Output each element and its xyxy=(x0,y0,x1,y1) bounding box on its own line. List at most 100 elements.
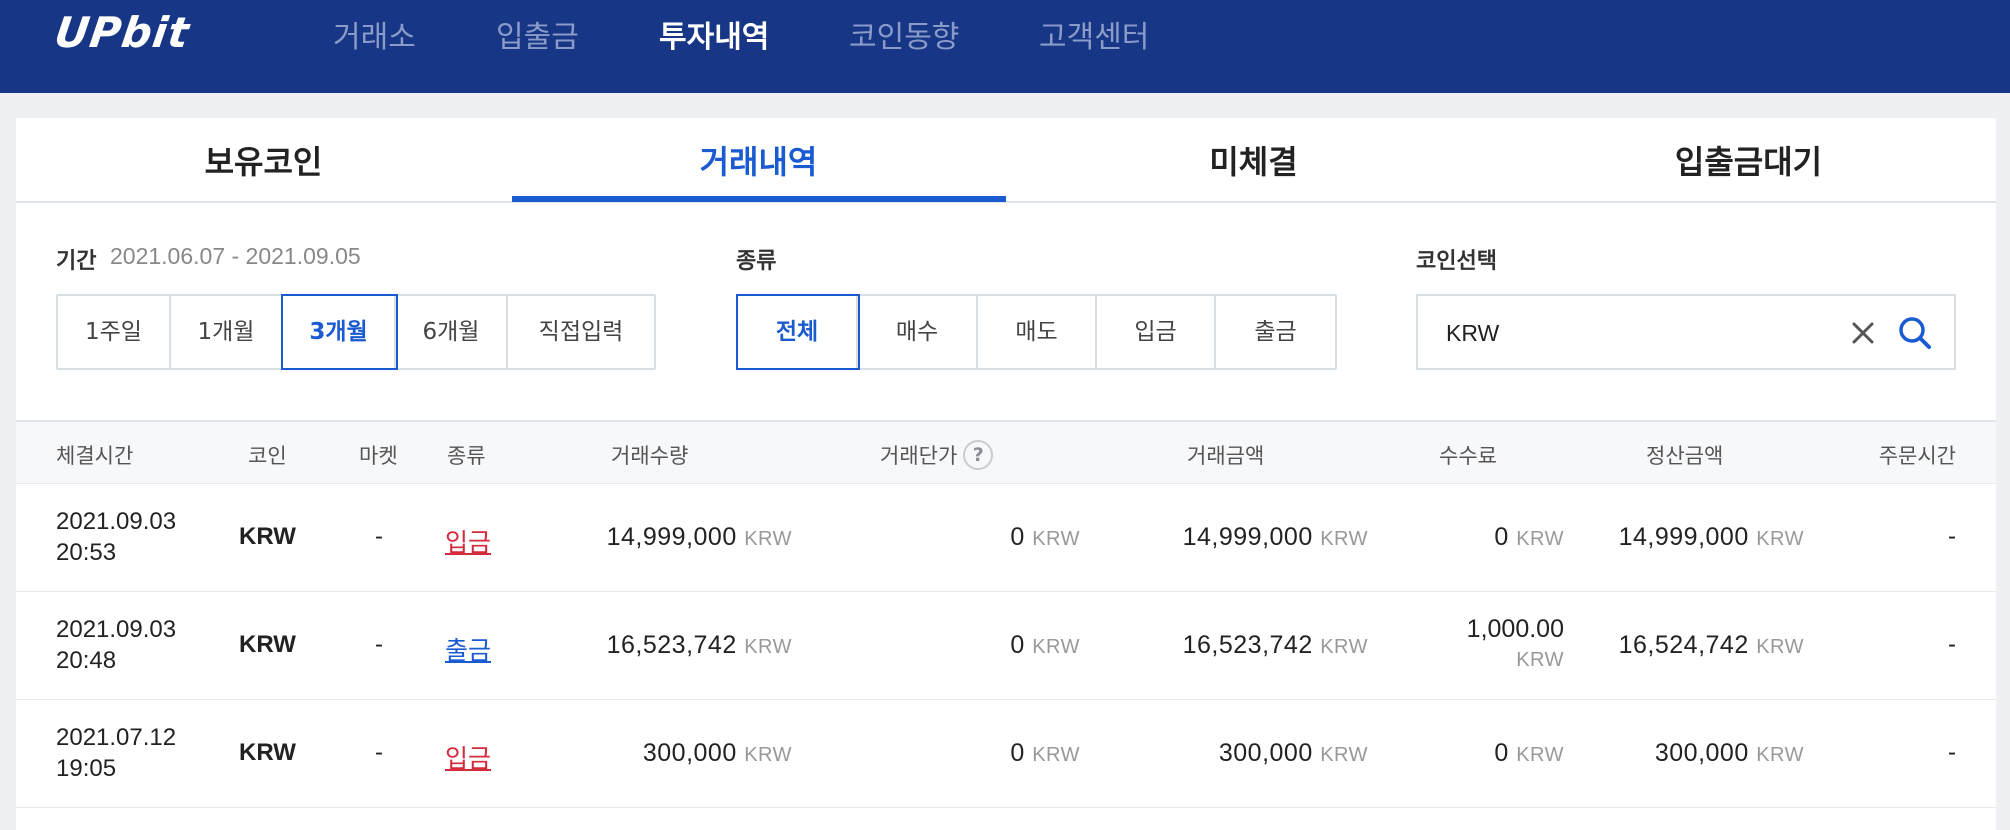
fee-unit: KRW xyxy=(1516,649,1564,671)
col-fee: 수수료 xyxy=(1439,444,1497,468)
trade-coin: KRW xyxy=(239,523,296,550)
trade-price: 0 KRW xyxy=(1010,523,1080,552)
col-settlement: 정산금액 xyxy=(1646,444,1724,468)
period-label: 기간 xyxy=(56,249,97,274)
trade-amount: 300,000 KRW xyxy=(1219,739,1368,768)
trade-coin: KRW xyxy=(239,739,296,766)
upbit-logo[interactable]: UPbit xyxy=(52,8,193,57)
tab-open-orders[interactable]: 미체결 xyxy=(1006,118,1501,203)
tab-holdings[interactable]: 보유코인 xyxy=(16,118,511,203)
trade-quantity: 14,999,000 KRW xyxy=(607,523,792,552)
col-amount: 거래금액 xyxy=(1187,444,1265,468)
price-unit: KRW xyxy=(1032,744,1080,766)
trade-market: - xyxy=(375,739,383,766)
tab-pending-transfers[interactable]: 입출금대기 xyxy=(1501,118,1996,203)
trade-date: 2021.09.03 xyxy=(56,508,177,535)
type-filter-label: 종류 xyxy=(736,249,777,274)
type-withdraw-button[interactable]: 출금 xyxy=(1216,296,1335,368)
order-time: - xyxy=(1948,631,1956,658)
investment-history-panel: 보유코인 거래내역 미체결 입출금대기 기간 2021.06.07 - 2021… xyxy=(16,118,1996,830)
settlement-unit: KRW xyxy=(1756,528,1804,550)
trade-type-link[interactable]: 출금 xyxy=(445,631,491,667)
settlement-value: 300,000 xyxy=(1654,739,1749,767)
nav-item-coin-trends[interactable]: 코인동향 xyxy=(849,12,959,56)
type-selector: 전체 매수 매도 입금 출금 xyxy=(736,294,1337,370)
type-all-button[interactable]: 전체 xyxy=(738,296,858,368)
trade-datetime: 2021.07.12 19:05 xyxy=(56,722,176,784)
period-selector: 1주일 1개월 3개월 6개월 직접입력 xyxy=(56,294,656,370)
settlement-value: 14,999,000 xyxy=(1618,523,1749,551)
amount-value: 14,999,000 xyxy=(1182,523,1313,551)
col-coin: 코인 xyxy=(248,444,287,468)
price-unit: KRW xyxy=(1032,528,1080,550)
table-row: 2021.07.12 19:05 KRW - 입금 300,000 KRW 0 … xyxy=(16,700,1996,808)
settlement-unit: KRW xyxy=(1756,636,1804,658)
type-deposit-button[interactable]: 입금 xyxy=(1097,296,1216,368)
type-buy-button[interactable]: 매수 xyxy=(858,296,978,368)
trade-price: 0 KRW xyxy=(1010,631,1080,660)
fee-value: 0 xyxy=(1494,739,1509,767)
trade-amount: 14,999,000 KRW xyxy=(1183,523,1368,552)
col-time: 체결시간 xyxy=(56,444,134,468)
trade-time: 20:53 xyxy=(56,539,117,566)
trade-settlement: 14,999,000 KRW xyxy=(1619,523,1804,552)
table-row: 2021.09.03 20:53 KRW - 입금 14,999,000 KRW… xyxy=(16,484,1996,592)
trade-type-link[interactable]: 입금 xyxy=(445,523,491,559)
col-quantity: 거래수량 xyxy=(611,444,689,468)
period-1-week-button[interactable]: 1주일 xyxy=(58,296,171,368)
nav-item-investments[interactable]: 투자내역 xyxy=(659,12,769,56)
nav-item-customer-center[interactable]: 고객센터 xyxy=(1039,12,1149,56)
tab-trade-history[interactable]: 거래내역 xyxy=(511,118,1006,203)
trade-fee: 0 KRW xyxy=(1494,523,1564,552)
col-type: 종류 xyxy=(447,444,486,468)
period-3-month-button[interactable]: 3개월 xyxy=(283,296,396,368)
trade-price: 0 KRW xyxy=(1010,739,1080,768)
quantity-unit: KRW xyxy=(744,744,792,766)
coin-select-field xyxy=(1416,294,1956,370)
trade-quantity: 16,523,742 KRW xyxy=(607,631,792,660)
col-price-label: 거래단가 xyxy=(880,444,958,468)
trade-date: 2021.09.03 xyxy=(56,616,177,643)
trade-amount: 16,523,742 KRW xyxy=(1183,631,1368,660)
table-row: 2021.09.03 20:48 KRW - 출금 16,523,742 KRW… xyxy=(16,592,1996,700)
trade-datetime: 2021.09.03 20:53 xyxy=(56,506,176,568)
trade-market: - xyxy=(375,523,383,550)
fee-value: 0 xyxy=(1494,523,1509,551)
trade-quantity: 300,000 KRW xyxy=(643,739,792,768)
coin-search-input[interactable] xyxy=(1446,316,1826,350)
trade-date: 2021.07.12 xyxy=(56,724,177,751)
trade-settlement: 300,000 KRW xyxy=(1655,739,1804,768)
order-time: - xyxy=(1948,739,1956,766)
trade-datetime: 2021.09.03 20:48 xyxy=(56,614,176,676)
nav-item-exchange[interactable]: 거래소 xyxy=(333,12,416,56)
period-1-month-button[interactable]: 1개월 xyxy=(171,296,283,368)
quantity-unit: KRW xyxy=(744,636,792,658)
price-value: 0 xyxy=(1010,739,1025,767)
settlement-unit: KRW xyxy=(1756,744,1804,766)
search-icon[interactable] xyxy=(1896,314,1934,352)
coin-select-label: 코인선택 xyxy=(1416,249,1497,274)
help-icon[interactable]: ? xyxy=(963,440,994,470)
trade-type-link[interactable]: 입금 xyxy=(445,739,491,775)
col-price: 거래단가? xyxy=(880,440,994,472)
trade-fee: 1,000.00 KRW xyxy=(1467,614,1564,676)
quantity-unit: KRW xyxy=(744,528,792,550)
type-sell-button[interactable]: 매도 xyxy=(978,296,1097,368)
period-6-month-button[interactable]: 6개월 xyxy=(396,296,508,368)
table-header: 체결시간 코인 마켓 종류 거래수량 거래단가? 거래금액 수수료 정산금액 주… xyxy=(16,420,1996,484)
settlement-value: 16,524,742 xyxy=(1618,631,1749,659)
trade-settlement: 16,524,742 KRW xyxy=(1619,631,1804,660)
nav-item-deposit-withdraw[interactable]: 입출금 xyxy=(496,12,579,56)
close-icon[interactable] xyxy=(1846,316,1880,350)
amount-value: 16,523,742 xyxy=(1182,631,1313,659)
amount-value: 300,000 xyxy=(1218,739,1313,767)
tab-bar: 보유코인 거래내역 미체결 입출금대기 xyxy=(16,118,1996,203)
amount-unit: KRW xyxy=(1320,528,1368,550)
price-value: 0 xyxy=(1010,523,1025,551)
fee-unit: KRW xyxy=(1516,528,1564,550)
fee-value: 1,000.00 xyxy=(1466,615,1564,643)
period-custom-button[interactable]: 직접입력 xyxy=(508,296,654,368)
trade-time: 20:48 xyxy=(56,647,117,674)
trade-market: - xyxy=(375,631,383,658)
price-value: 0 xyxy=(1010,631,1025,659)
